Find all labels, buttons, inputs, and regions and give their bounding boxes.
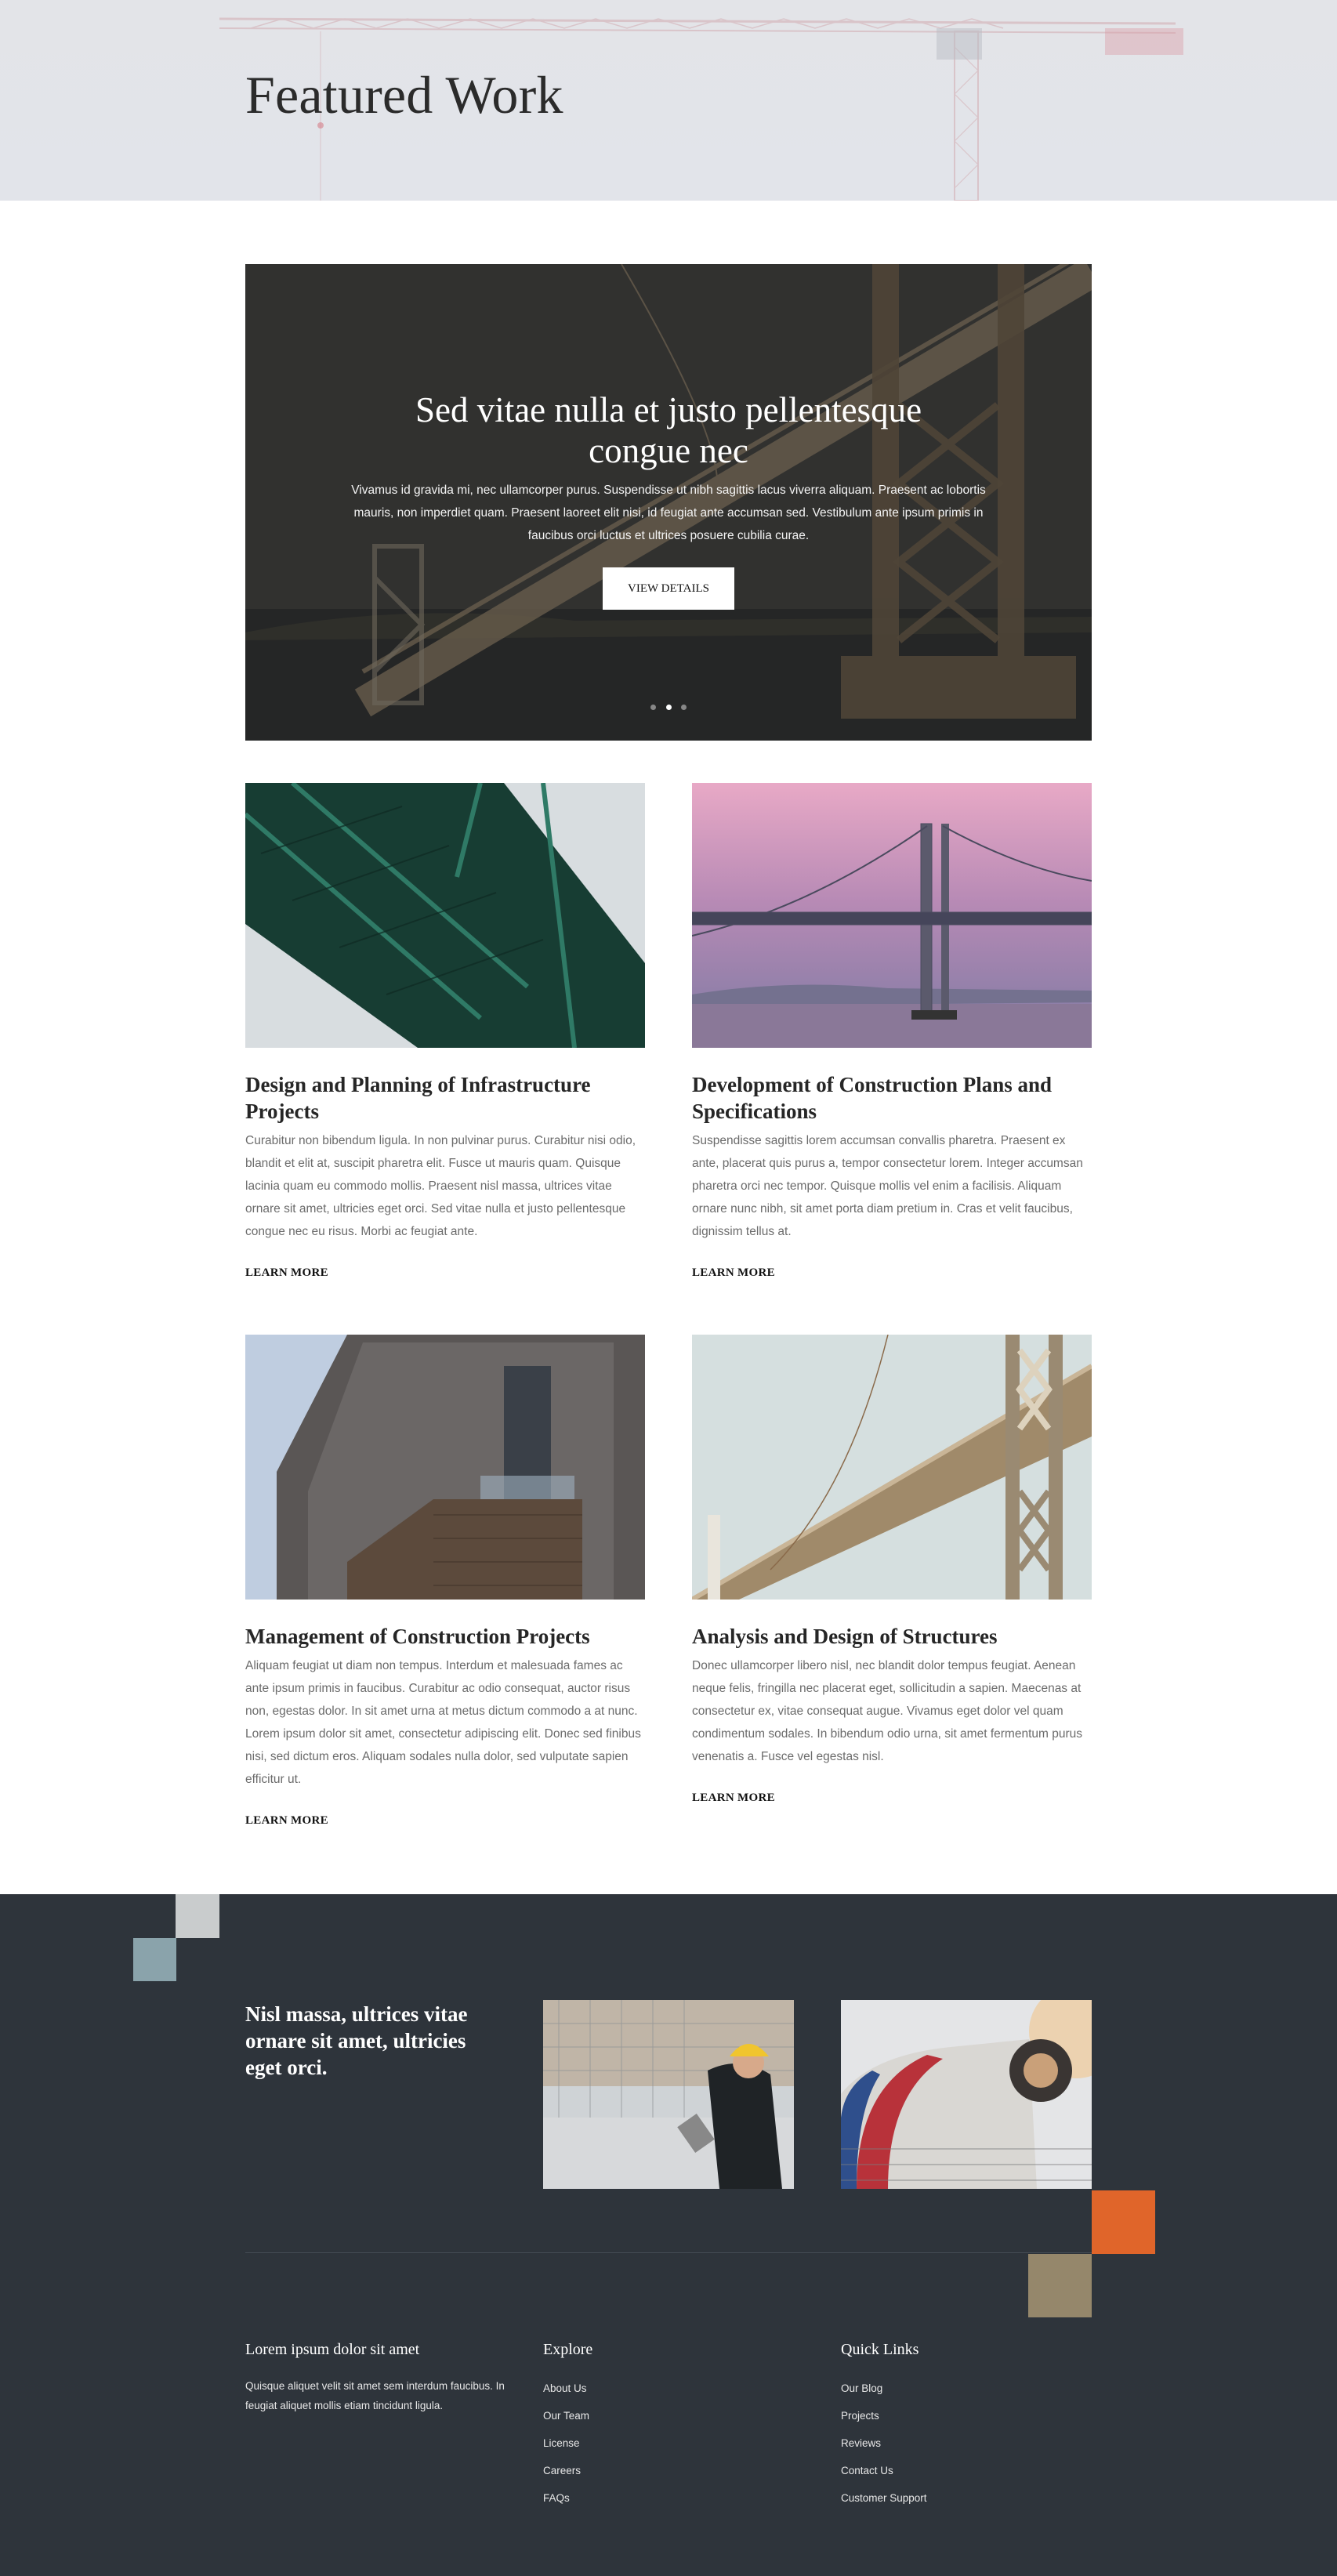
project-title: Analysis and Design of Structures — [692, 1625, 998, 1648]
footer-link-our-blog[interactable]: Our Blog — [841, 2382, 882, 2394]
crane-background-image — [219, 17, 1183, 201]
project-description: Aliquam feugiat ut diam non tempus. Inte… — [245, 1659, 641, 1786]
modern-building-balcony-image[interactable] — [245, 1335, 645, 1600]
footer-link-license[interactable]: License — [543, 2437, 580, 2449]
view-details-button[interactable]: VIEW DETAILS — [603, 567, 734, 610]
footer-divider — [245, 2252, 1092, 2253]
project-card: Design and Planning of Infrastructure Pr… — [245, 783, 645, 1280]
footer-quick-links-column: Quick Links Our Blog Projects Reviews Co… — [841, 2341, 927, 2512]
slide-title: Sed vitae nulla et justo pellentesque co… — [415, 390, 922, 470]
slide-description: Vivamus id gravida mi, nec ullamcorper p… — [351, 484, 986, 542]
footer-link-faqs[interactable]: FAQs — [543, 2492, 570, 2504]
bridge-truss-image[interactable] — [692, 1335, 1092, 1600]
learn-more-link[interactable]: LEARN MORE — [245, 1814, 328, 1828]
promo-heading: Nisl massa, ultrices vitae ornare sit am… — [245, 2002, 468, 2079]
suspension-bridge-sunset-image[interactable] — [692, 783, 1092, 1048]
footer-about-column: Lorem ipsum dolor sit amet Quisque aliqu… — [245, 2341, 512, 2415]
project-card: Management of Construction Projects Aliq… — [245, 1335, 645, 1828]
footer-link-projects[interactable]: Projects — [841, 2410, 879, 2422]
slider-dot-2[interactable] — [665, 705, 672, 710]
decorative-square-slate — [133, 1938, 176, 1981]
project-description: Suspendisse sagittis lorem accumsan conv… — [692, 1134, 1083, 1238]
footer-link-contact-us[interactable]: Contact Us — [841, 2465, 893, 2476]
project-description: Donec ullamcorper libero nisl, nec bland… — [692, 1659, 1082, 1763]
learn-more-link[interactable]: LEARN MORE — [245, 1266, 328, 1280]
footer-about-heading: Lorem ipsum dolor sit amet — [245, 2341, 420, 2358]
footer-explore-heading: Explore — [543, 2341, 593, 2358]
project-title: Design and Planning of Infrastructure Pr… — [245, 1073, 591, 1123]
page-title: Featured Work — [245, 65, 563, 125]
cement-mixer-image — [841, 2000, 1092, 2189]
footer-explore-column: Explore About Us Our Team License Career… — [543, 2341, 592, 2512]
footer-quick-links-heading: Quick Links — [841, 2341, 919, 2358]
green-steel-bridge-image[interactable] — [245, 783, 645, 1048]
page-header-banner: Featured Work — [0, 0, 1337, 201]
project-description: Curabitur non bibendum ligula. In non pu… — [245, 1134, 636, 1238]
projects-grid: Design and Planning of Infrastructure Pr… — [245, 783, 1092, 1882]
project-card: Analysis and Design of Structures Donec … — [692, 1335, 1092, 1828]
footer-link-reviews[interactable]: Reviews — [841, 2437, 881, 2449]
learn-more-link[interactable]: LEARN MORE — [692, 1792, 775, 1805]
footer-link-careers[interactable]: Careers — [543, 2465, 581, 2476]
learn-more-link[interactable]: LEARN MORE — [692, 1266, 775, 1280]
slider-pagination — [245, 700, 1092, 714]
footer-link-our-team[interactable]: Our Team — [543, 2410, 589, 2422]
project-title: Management of Construction Projects — [245, 1625, 590, 1648]
footer-link-customer-support[interactable]: Customer Support — [841, 2492, 927, 2504]
footer-link-about-us[interactable]: About Us — [543, 2382, 587, 2394]
featured-slider: Sed vitae nulla et justo pellentesque co… — [245, 264, 1092, 741]
slider-dot-1[interactable] — [650, 705, 657, 710]
slider-dot-3[interactable] — [680, 705, 687, 710]
engineer-hardhat-image — [543, 2000, 794, 2189]
project-card: Development of Construction Plans and Sp… — [692, 783, 1092, 1280]
decorative-square-light — [176, 1894, 219, 1938]
footer-section: Nisl massa, ultrices vitae ornare sit am… — [0, 1894, 1337, 2576]
decorative-square-orange — [1092, 2190, 1155, 2254]
footer-about-text: Quisque aliquet velit sit amet sem inter… — [245, 2380, 505, 2411]
decorative-square-tan — [1028, 2254, 1092, 2317]
project-title: Development of Construction Plans and Sp… — [692, 1073, 1053, 1123]
